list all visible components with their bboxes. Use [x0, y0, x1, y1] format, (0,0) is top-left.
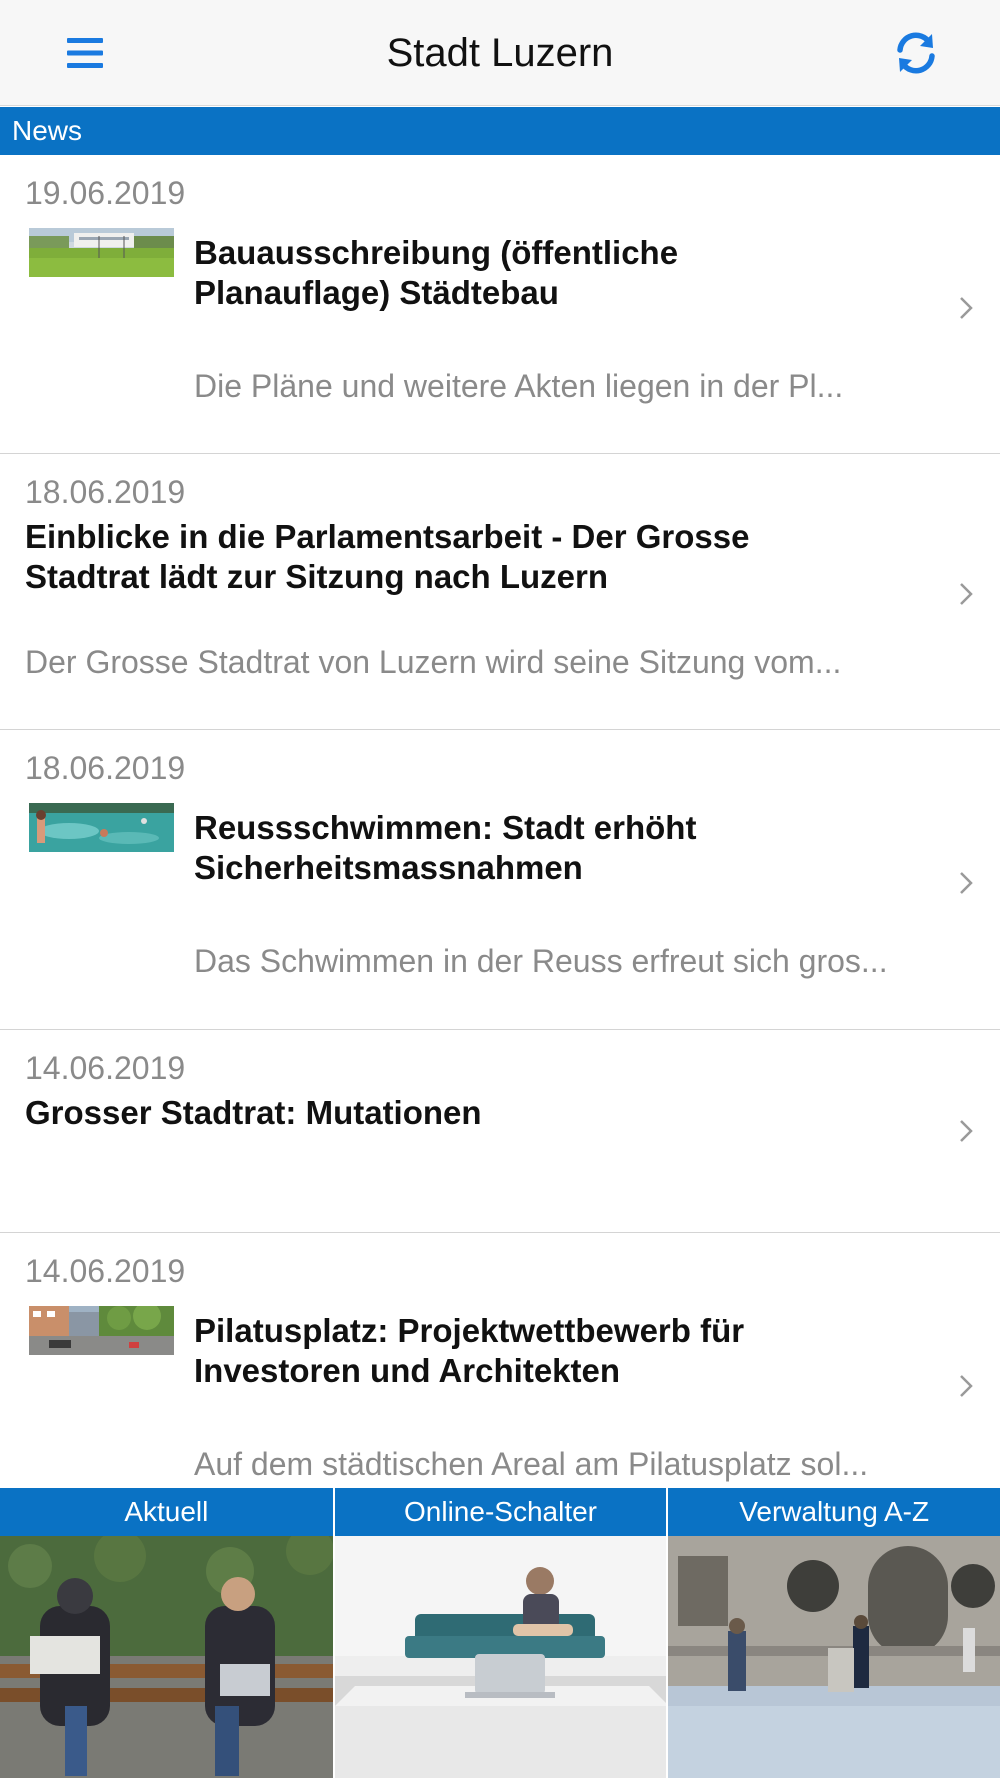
news-date: 14.06.2019: [25, 1253, 186, 1289]
news-date: 14.06.2019: [25, 1050, 186, 1086]
tile-label: Aktuell: [0, 1488, 333, 1536]
news-title: Einblicke in die Parlamentsarbeit - Der …: [25, 518, 750, 595]
tile-image: [334, 1536, 667, 1778]
tile-aktuell[interactable]: Aktuell: [0, 1488, 333, 1778]
news-list-item[interactable]: 18.06.2019 Reussschwimmen: Stadt erhöht …: [0, 730, 1000, 1030]
chevron-right-icon: [960, 1120, 973, 1142]
tile-image: [668, 1536, 1000, 1778]
chevron-right-icon: [960, 872, 973, 894]
news-date: 18.06.2019: [25, 750, 186, 786]
news-list-item[interactable]: 18.06.2019 Einblicke in die Parlamentsar…: [0, 454, 1000, 730]
news-thumbnail-image: [29, 1306, 174, 1355]
news-list-item[interactable]: 14.06.2019 Pilatusplatz: Projektwettbewe…: [0, 1233, 1000, 1488]
chevron-right-icon: [960, 297, 973, 319]
refresh-icon[interactable]: [892, 29, 940, 77]
tile-online-schalter[interactable]: Online-Schalter: [332, 1488, 667, 1778]
news-thumbnail-image: [29, 803, 174, 852]
tile-image: [0, 1536, 333, 1778]
news-list[interactable]: 19.06.2019 Bauausschreibung (öffentliche…: [0, 155, 1000, 1488]
section-header-news: News: [0, 107, 1000, 155]
news-title: Pilatusplatz: Projektwettbewerb für Inve…: [194, 1312, 745, 1389]
tile-label: Online-Schalter: [334, 1488, 667, 1536]
news-date: 19.06.2019: [25, 175, 186, 211]
news-list-item[interactable]: 19.06.2019 Bauausschreibung (öffentliche…: [0, 155, 1000, 454]
app-title: Stadt Luzern: [386, 31, 614, 75]
news-excerpt: Auf dem städtischen Areal am Pilatusplat…: [194, 1446, 869, 1482]
news-date: 18.06.2019: [25, 474, 186, 510]
news-title: Grosser Stadtrat: Mutationen: [25, 1094, 482, 1131]
news-title: Bauausschreibung (öffentliche Planauflag…: [194, 234, 679, 311]
tile-verwaltung-a-z[interactable]: Verwaltung A-Z: [666, 1488, 1000, 1778]
tile-label: Verwaltung A-Z: [668, 1488, 1000, 1536]
chevron-right-icon: [960, 1375, 973, 1397]
top-navigation-bar: Stadt Luzern: [0, 0, 1000, 106]
news-excerpt: Die Pläne und weitere Akten liegen in de…: [194, 368, 844, 404]
news-excerpt: Der Grosse Stadtrat von Luzern wird sein…: [25, 644, 842, 680]
news-list-item[interactable]: 14.06.2019 Grosser Stadtrat: Mutationen: [0, 1030, 1000, 1233]
news-thumbnail-image: [29, 228, 174, 277]
chevron-right-icon: [960, 583, 973, 605]
bottom-tile-navigation: Aktuell Online-Schalter Verwaltung A-Z: [0, 1488, 1000, 1778]
news-excerpt: Das Schwimmen in der Reuss erfreut sich …: [194, 943, 888, 979]
news-title: Reussschwimmen: Stadt erhöht Sicherheits…: [194, 809, 697, 886]
